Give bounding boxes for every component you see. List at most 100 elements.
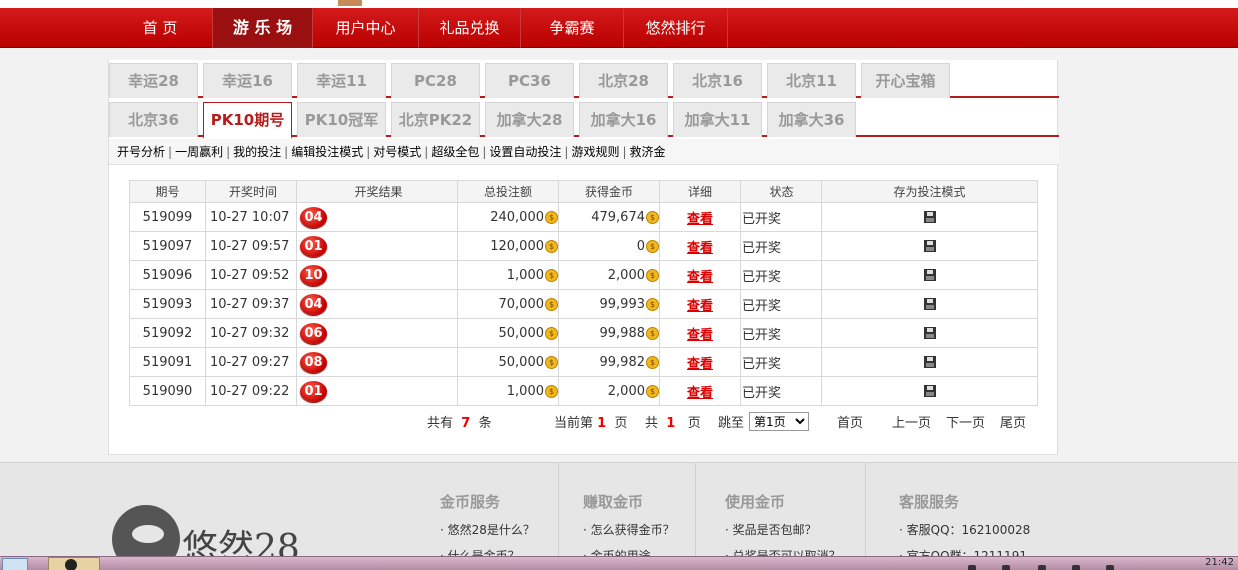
subnav-separator: | xyxy=(424,145,429,159)
subnav-separator: | xyxy=(622,145,627,159)
subnav-draw-analysis[interactable]: 开号分析 xyxy=(117,145,165,159)
subnav-edit-bet-mode[interactable]: 编辑投注模式 xyxy=(291,145,363,159)
cell-status: 已开奖 xyxy=(740,260,822,290)
cell-save xyxy=(821,231,1038,261)
tab-beijing28[interactable]: 北京28 xyxy=(579,63,668,98)
sub-nav: 开号分析 | 一周赢利 | 我的投注 | 编辑投注模式 | 对号模式 | 超级全包 | 设置自动投注 | 游… xyxy=(109,139,1059,165)
gold-coin-icon: $ xyxy=(646,239,659,253)
nav-item-user-center[interactable]: 用户中心 xyxy=(313,8,419,48)
tab-lucky11[interactable]: 幸运11 xyxy=(297,63,386,98)
tab-happy-box[interactable]: 开心宝箱 xyxy=(861,63,950,98)
cell-draw-time: 10-27 09:22 xyxy=(205,376,297,406)
tab-canada16[interactable]: 加拿大16 xyxy=(579,102,668,137)
tab-beijing16[interactable]: 北京16 xyxy=(673,63,762,98)
subnav-separator: | xyxy=(482,145,487,159)
cell-detail: 查看 xyxy=(659,202,741,232)
tab-lucky28[interactable]: 幸运28 xyxy=(109,63,198,98)
floppy-disk-icon[interactable] xyxy=(923,298,936,310)
subnav-auto-bet[interactable]: 设置自动投注 xyxy=(489,145,561,159)
floppy-disk-icon[interactable] xyxy=(923,269,936,281)
total-bet-value: 240,000 xyxy=(490,209,544,225)
first-page-link[interactable]: 首页 xyxy=(837,412,863,431)
view-detail-link[interactable]: 查看 xyxy=(687,212,713,227)
page-jump-select[interactable]: 第1页 xyxy=(749,412,809,431)
coins-won-value: 2,000 xyxy=(607,267,645,283)
nav-item-playground[interactable]: 游 乐 场 xyxy=(213,8,313,48)
subnav-super-all-in[interactable]: 超级全包 xyxy=(431,145,479,159)
view-detail-link[interactable]: 查看 xyxy=(687,299,713,314)
header-draw-result: 开奖结果 xyxy=(296,180,458,203)
tab-lucky16[interactable]: 幸运16 xyxy=(203,63,292,98)
subnav-match-mode[interactable]: 对号模式 xyxy=(373,145,421,159)
floppy-disk-icon[interactable] xyxy=(923,385,936,397)
footer-link[interactable]: · 客服QQ：162100028 xyxy=(899,521,1030,538)
tray-icon[interactable] xyxy=(1038,565,1046,570)
nav-item-home[interactable]: 首 页 xyxy=(108,8,213,48)
header-coins-won: 获得金币 xyxy=(558,180,660,203)
cell-period: 519093 xyxy=(129,289,206,319)
tab-pk10-period[interactable]: PK10期号 xyxy=(203,102,292,139)
tray-icon[interactable] xyxy=(968,565,976,570)
subnav-relief-fund[interactable]: 救济金 xyxy=(630,145,666,159)
cell-coins-won: 2,000 $ xyxy=(558,376,660,406)
logo-e-mark xyxy=(112,505,180,557)
tab-pc28[interactable]: PC28 xyxy=(391,63,480,98)
result-ball: 10 xyxy=(300,264,327,286)
cell-status: 已开奖 xyxy=(740,289,822,319)
next-page-link[interactable]: 下一页 xyxy=(946,412,985,431)
view-detail-link[interactable]: 查看 xyxy=(687,241,713,256)
footer-col-customer-service: 客服服务 · 客服QQ：162100028 · 官方QQ群：1211191 xyxy=(865,463,1065,563)
site-logo[interactable]: 悠然28 xyxy=(112,505,352,557)
taskbar-clock[interactable]: 21:42 xyxy=(1205,557,1234,568)
tab-canada28[interactable]: 加拿大28 xyxy=(485,102,574,137)
tray-icon[interactable] xyxy=(1072,565,1080,570)
tab-pk10-champion[interactable]: PK10冠军 xyxy=(297,102,386,137)
footer-link[interactable]: · 悠然28是什么？ xyxy=(440,521,535,538)
pages-suffix: 页 xyxy=(687,416,701,431)
table-row: 519092 10-27 09:32 06 50,000 $ 99,988 $ 查看… xyxy=(129,318,1038,348)
header-status: 状态 xyxy=(740,180,822,203)
result-ball: 08 xyxy=(300,351,327,373)
total-bet-value: 120,000 xyxy=(490,238,544,254)
nav-item-ranking[interactable]: 悠然排行 xyxy=(624,8,728,48)
cell-coins-won: 479,674 $ xyxy=(558,202,660,232)
taskbar-app-button[interactable] xyxy=(48,557,100,570)
view-detail-link[interactable]: 查看 xyxy=(687,386,713,401)
tray-icon[interactable] xyxy=(1106,565,1114,570)
total-bet-value: 70,000 xyxy=(498,296,545,312)
nav-item-contest[interactable]: 争霸赛 xyxy=(521,8,624,48)
tab-pc36[interactable]: PC36 xyxy=(485,63,574,98)
table-row: 519096 10-27 09:52 10 1,000 $ 2,000 $ 查看 已… xyxy=(129,260,1038,290)
subnav-weekly-profit[interactable]: 一周赢利 xyxy=(175,145,223,159)
cell-period: 519099 xyxy=(129,202,206,232)
tray-icon[interactable] xyxy=(1002,565,1010,570)
tab-canada36[interactable]: 加拿大36 xyxy=(767,102,856,137)
floppy-disk-icon[interactable] xyxy=(923,327,936,339)
cell-draw-time: 10-27 10:07 xyxy=(205,202,297,232)
view-detail-link[interactable]: 查看 xyxy=(687,270,713,285)
view-detail-link[interactable]: 查看 xyxy=(687,328,713,343)
header-total-bet: 总投注额 xyxy=(457,180,559,203)
subnav-game-rules[interactable]: 游戏规则 xyxy=(571,145,619,159)
cell-draw-result: 06 xyxy=(296,318,458,348)
start-button-icon[interactable] xyxy=(2,558,28,570)
floppy-disk-icon[interactable] xyxy=(923,240,936,252)
view-detail-link[interactable]: 查看 xyxy=(687,357,713,372)
subnav-my-bets[interactable]: 我的投注 xyxy=(233,145,281,159)
footer-col-title: 赚取金币 xyxy=(583,493,644,511)
floppy-disk-icon[interactable] xyxy=(923,211,936,223)
prev-page-link[interactable]: 上一页 xyxy=(892,412,931,431)
tab-beijing-pk22[interactable]: 北京PK22 xyxy=(391,102,480,137)
cell-draw-result: 10 xyxy=(296,260,458,290)
floppy-disk-icon[interactable] xyxy=(923,356,936,368)
last-page-link[interactable]: 尾页 xyxy=(1000,412,1026,431)
footer-col-coin-service: 金币服务 · 悠然28是什么？ · 什么是金币？ xyxy=(440,463,558,563)
tab-canada11[interactable]: 加拿大11 xyxy=(673,102,762,137)
footer-link[interactable]: · 奖品是否包邮？ xyxy=(725,521,817,538)
tab-beijing36[interactable]: 北京36 xyxy=(109,102,198,137)
subnav-separator: | xyxy=(168,145,173,159)
footer-link[interactable]: · 怎么获得金币？ xyxy=(583,521,675,538)
tab-beijing11[interactable]: 北京11 xyxy=(767,63,856,98)
nav-item-gift-exchange[interactable]: 礼品兑换 xyxy=(419,8,521,48)
cell-status: 已开奖 xyxy=(740,347,822,377)
